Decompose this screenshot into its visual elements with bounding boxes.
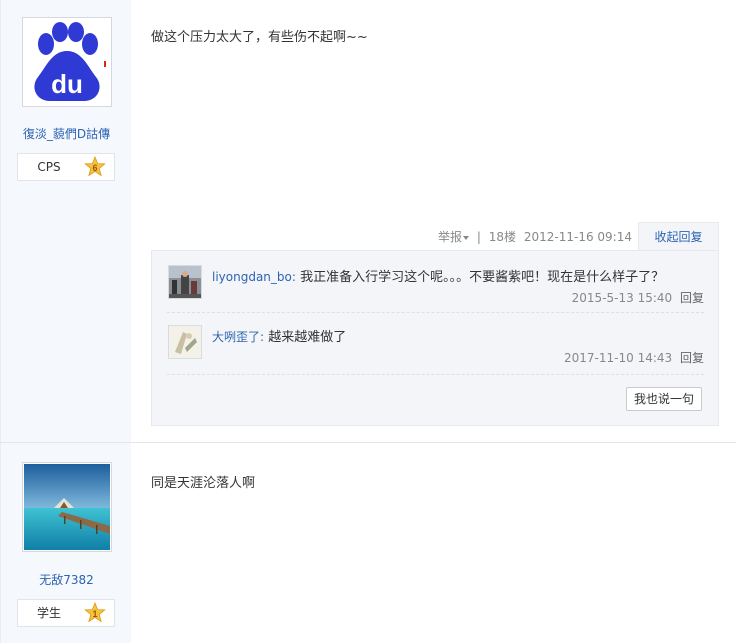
reply-text: 越来越难做了 <box>268 330 347 345</box>
level-number: 6 <box>92 163 97 173</box>
author-username[interactable]: 復淡_藐們D詁傳 <box>1 125 132 142</box>
level-badge[interactable]: 学生 1 <box>17 599 115 627</box>
author-sidebar: 无敌7382 学生 1 <box>0 443 131 643</box>
post-content: 做这个压力太大了，有些伤不起啊~~ <box>151 30 368 45</box>
author-avatar[interactable] <box>22 462 112 552</box>
sub-reply-item: liyongdan_bo: 我正准备入行学习这个呢。。。不要酱紫吧！现在是什么样… <box>167 251 704 313</box>
author-avatar[interactable]: du <box>22 17 112 107</box>
reply-avatar[interactable] <box>168 265 202 299</box>
reply-button[interactable]: 回复 <box>680 351 704 365</box>
reply-time: 2015-5-13 15:40 <box>571 291 673 305</box>
reply-meta: 2017-11-10 14:43 回复 <box>564 349 704 366</box>
collapse-replies-button[interactable]: 收起回复 <box>638 222 719 251</box>
sub-reply-line: liyongdan_bo: 我正准备入行学习这个呢。。。不要酱紫吧！现在是什么样… <box>212 266 664 285</box>
post-content: 同是天涯沦落人啊 <box>151 476 256 491</box>
level-star-icon: 1 <box>84 602 106 623</box>
sub-reply-panel: liyongdan_bo: 我正准备入行学习这个呢。。。不要酱紫吧！现在是什么样… <box>151 250 719 426</box>
post-meta: 举报 | 18楼 2012-11-16 09:14 <box>430 228 632 245</box>
add-reply-button[interactable]: 我也说一句 <box>626 387 702 411</box>
post-time: 2012-11-16 09:14 <box>523 230 632 244</box>
sea-pier-photo-icon <box>24 464 110 550</box>
cartoon-avatar-icon <box>169 326 201 358</box>
report-link[interactable]: 举报 <box>434 230 470 244</box>
meta-separator: | <box>476 230 481 244</box>
reply-text: 我正准备入行学习这个呢。。。不要酱紫吧！现在是什么样子了？ <box>300 270 665 285</box>
floor-number: 18楼 <box>488 230 517 244</box>
sub-reply-line: 大咧歪了: 越来越难做了 <box>212 326 346 345</box>
author-username[interactable]: 无敌7382 <box>1 571 132 588</box>
chevron-down-icon <box>463 235 470 240</box>
sub-reply-item: 大咧歪了: 越来越难做了 2017-11-10 14:43 回复 <box>167 313 704 375</box>
post-next: 无敌7382 学生 1 同是天涯沦落人啊 <box>0 442 736 643</box>
level-name: CPS <box>37 160 61 174</box>
level-badge[interactable]: CPS 6 <box>17 153 115 181</box>
reply-time: 2017-11-10 14:43 <box>564 351 673 365</box>
person-photo-icon <box>169 266 201 298</box>
reply-username[interactable]: liyongdan_bo: <box>212 270 296 284</box>
svg-text:du: du <box>51 69 83 99</box>
reply-button[interactable]: 回复 <box>680 291 704 305</box>
level-star-icon: 6 <box>84 156 106 177</box>
post-floor-18: du 復淡_藐們D詁傳 CPS 6 做这个压力太大了，有些伤不起啊~~ 举报 |… <box>0 0 736 442</box>
level-name: 学生 <box>36 606 61 620</box>
reply-avatar[interactable] <box>168 325 202 359</box>
reply-meta: 2015-5-13 15:40 回复 <box>572 289 704 306</box>
baidu-paw-logo-icon: du <box>24 19 110 105</box>
author-sidebar: du 復淡_藐們D詁傳 CPS 6 <box>0 0 131 442</box>
reply-username[interactable]: 大咧歪了: <box>212 330 264 344</box>
level-number: 1 <box>92 609 97 619</box>
